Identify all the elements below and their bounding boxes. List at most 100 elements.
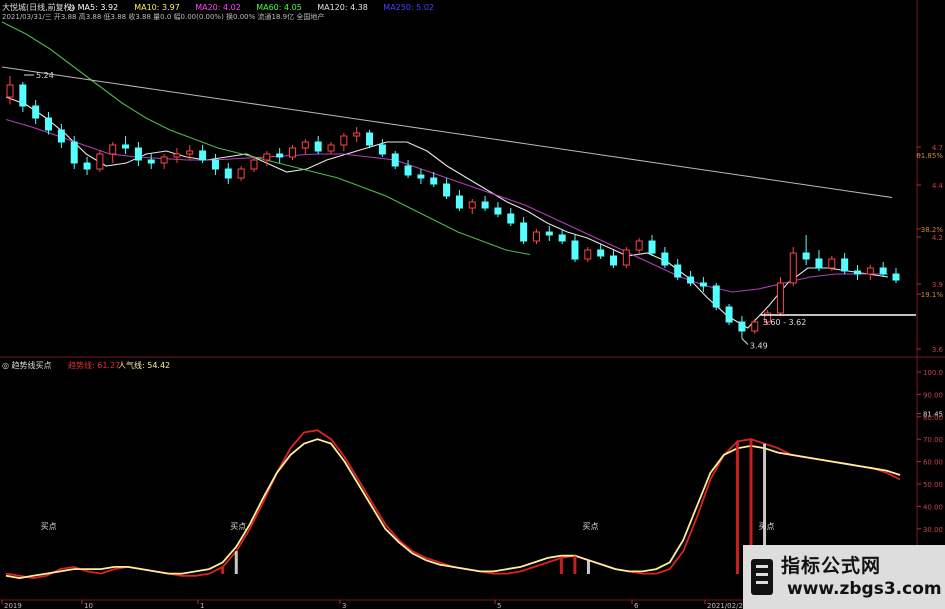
candle-body: [186, 150, 194, 155]
candle-body: [674, 264, 682, 278]
site-logo-icon: [751, 559, 773, 595]
candle-body: [789, 252, 797, 284]
candle-body: [610, 255, 618, 266]
candle-body: [532, 231, 540, 242]
date-tick-label: 10: [84, 602, 93, 609]
candle-body: [314, 141, 322, 152]
candle-body: [404, 165, 412, 176]
watermark-title: 指标公式网: [781, 555, 882, 577]
candle-body: [892, 273, 900, 281]
osc-tick-label: 80.00: [923, 414, 943, 422]
candle-body: [134, 147, 142, 161]
candle-body: [545, 231, 553, 236]
candle-body: [879, 267, 887, 275]
buy-point-bar: [573, 555, 577, 574]
candle-body: [83, 162, 91, 170]
candle-body: [263, 153, 271, 161]
candle-body: [751, 321, 759, 332]
price-tick-label: 61.85%: [916, 152, 943, 160]
candle-body: [455, 195, 463, 209]
candle-body: [70, 141, 78, 164]
candle-body: [340, 135, 348, 146]
candle-body: [597, 249, 605, 257]
candle-body: [725, 306, 733, 323]
osc-tick-label: 60.00: [923, 459, 943, 467]
candle-body: [391, 153, 399, 167]
price-tick-label: 4.7: [932, 144, 943, 152]
candle-body: [520, 222, 528, 242]
candle-body: [211, 159, 219, 170]
osc-title: ◎ 趋势线买点: [2, 360, 52, 370]
candle-body: [199, 150, 207, 161]
candle-body: [571, 240, 579, 260]
candle-body: [661, 252, 669, 266]
candle-body: [109, 144, 117, 155]
candle-body: [147, 159, 155, 164]
buy-point-bar: [234, 551, 238, 574]
date-tick-label: 5: [497, 602, 501, 609]
price-tick-label: 4.4: [932, 182, 944, 190]
candle-body: [237, 168, 245, 179]
buy-point-bar: [221, 566, 225, 574]
candle-body: [417, 174, 425, 179]
candle-body: [173, 153, 181, 158]
candle-body: [327, 144, 335, 152]
price-tick-label: 38.2%: [921, 226, 944, 234]
buy-point-label: 买点: [230, 522, 246, 531]
date-tick-label: 6: [634, 602, 639, 609]
buy-point-label: 买点: [759, 522, 775, 531]
header-info-line: 2021/03/31/三 开3.88 高3.88 低3.88 收3.88 量0.…: [2, 12, 324, 21]
candle-body: [443, 183, 451, 197]
candle-body: [45, 117, 53, 131]
date-tick-label: 3: [342, 602, 346, 609]
candle-body: [378, 144, 386, 155]
buy-point-bar: [735, 441, 739, 574]
candle-body: [224, 168, 232, 179]
candle-body: [301, 141, 309, 149]
price-tick-label: 4.2: [932, 234, 943, 242]
candle-body: [841, 258, 849, 272]
candle-body: [699, 282, 707, 287]
buy-point-label: 买点: [41, 522, 57, 531]
candle-body: [122, 144, 130, 149]
header-item-5: MA120: 4.38: [317, 3, 368, 12]
buy-point-label: 买点: [582, 522, 598, 531]
candle-body: [160, 156, 168, 164]
candle-body: [776, 282, 784, 314]
header-item-1: ◎ MA5: 3.92: [68, 3, 118, 12]
candle-body: [96, 153, 104, 170]
buy-point-bar: [559, 557, 563, 574]
stock-chart: 大悦城(日线,前复权)◎ MA5: 3.92 MA10: 3.97 MA20: 4.…: [0, 0, 945, 609]
header-item-0: 大悦城(日线,前复权): [2, 2, 75, 12]
popularity-label: 人气线: 54.42: [118, 360, 170, 370]
candle-body: [276, 153, 284, 158]
candle-body: [584, 249, 592, 260]
candle-body: [494, 207, 502, 215]
candle-body: [366, 132, 374, 146]
header-item-4: MA60: 4.05: [256, 3, 302, 12]
candle-body: [635, 240, 643, 251]
candle-body: [648, 240, 656, 254]
candle-body: [353, 132, 361, 137]
candle-body: [802, 252, 810, 260]
date-tick-label: 2019: [4, 602, 22, 609]
date-tick-label: 1: [200, 602, 204, 609]
price-tick-label: 19.1%: [921, 291, 944, 299]
buy-point-bar: [586, 560, 590, 574]
candle-body: [6, 84, 14, 98]
candle-body: [32, 105, 40, 119]
candle-body: [250, 159, 258, 170]
candle-body: [853, 270, 861, 275]
osc-tick-label: 50.00: [923, 481, 943, 489]
header-item-3: MA20: 4.02: [195, 3, 241, 12]
candle-body: [828, 258, 836, 269]
candle-body: [622, 249, 630, 266]
osc-tick-label: 40.00: [923, 503, 943, 511]
candle-body: [558, 234, 566, 242]
candle-body: [481, 201, 489, 209]
watermark-banner: 指标公式网 www.zbgs3.com: [743, 545, 945, 609]
price-tick-label: 3.9: [932, 281, 943, 289]
range-label: 3.60 - 3.62: [763, 318, 807, 327]
candle-body: [815, 258, 823, 269]
osc-tick-label: 100.0: [923, 369, 943, 377]
